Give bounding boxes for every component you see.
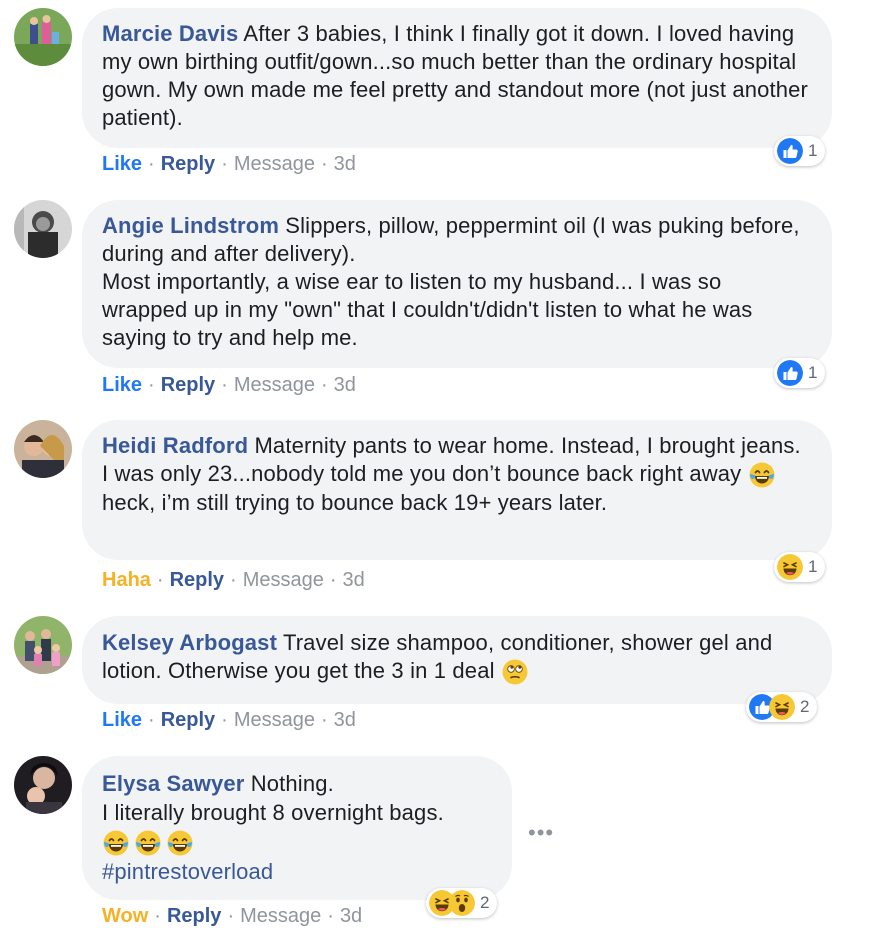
separator: ·: [156, 569, 164, 591]
comment-timestamp[interactable]: 3d: [334, 153, 356, 175]
comment-bubble: Kelsey Arbogast Travel size shampoo, con…: [82, 616, 832, 704]
comment-text: Nothing.: [250, 771, 334, 796]
like-button[interactable]: Like: [102, 153, 142, 175]
comment-actions: Like · Reply · Message · 3d: [102, 708, 356, 732]
message-button[interactable]: Message: [243, 569, 324, 591]
reaction-count: 1: [808, 363, 818, 382]
reply-button[interactable]: Reply: [161, 153, 215, 175]
comment-author[interactable]: Marcie Davis: [102, 21, 238, 46]
haha-button[interactable]: Haha: [102, 569, 151, 591]
tears-of-joy-emoji-icon: [102, 829, 130, 857]
comment-bubble: Heidi Radford Maternity pants to wear ho…: [82, 420, 832, 560]
wow-reaction-icon: [449, 890, 475, 916]
separator: ·: [221, 709, 228, 731]
message-button[interactable]: Message: [234, 709, 315, 731]
avatar[interactable]: [14, 420, 72, 478]
tears-of-joy-emoji-icon: [166, 829, 194, 857]
comment-actions: Haha · Reply · Message · 3d: [102, 568, 365, 592]
hashtag-link[interactable]: #pintrestoverload: [102, 859, 273, 884]
comment-actions: Like · Reply · Message · 3d: [102, 152, 356, 176]
reaction-count: 2: [480, 893, 490, 912]
haha-reaction-icon: [769, 694, 795, 720]
reaction-count: 1: [808, 557, 818, 576]
comment-author[interactable]: Elysa Sawyer: [102, 771, 244, 796]
separator: ·: [327, 905, 334, 927]
comment-bubble: Elysa Sawyer Nothing. I literally brough…: [82, 756, 512, 900]
comment-author[interactable]: Angie Lindstrom: [102, 213, 279, 238]
like-button[interactable]: Like: [102, 709, 142, 731]
comment-bubble: Angie Lindstrom Slippers, pillow, pepper…: [82, 200, 832, 368]
reaction-summary[interactable]: 2: [426, 888, 498, 918]
eye-roll-emoji-icon: [501, 658, 529, 686]
message-button[interactable]: Message: [234, 374, 315, 396]
reply-button[interactable]: Reply: [161, 709, 215, 731]
comment-timestamp[interactable]: 3d: [340, 905, 362, 927]
separator: ·: [321, 374, 328, 396]
avatar[interactable]: [14, 200, 72, 258]
comment-text-continued: heck, i’m still trying to bounce back 19…: [102, 490, 608, 516]
wow-button[interactable]: Wow: [102, 905, 148, 927]
reply-button[interactable]: Reply: [170, 569, 224, 591]
reaction-summary[interactable]: 1: [774, 552, 826, 582]
emoji-group: [102, 827, 194, 857]
separator: ·: [321, 709, 328, 731]
reaction-count: 1: [808, 141, 818, 160]
avatar[interactable]: [14, 8, 72, 66]
comment-text-paragraph: Most importantly, a wise ear to listen t…: [102, 269, 753, 350]
comment-timestamp[interactable]: 3d: [334, 374, 356, 396]
haha-reaction-icon: [777, 554, 803, 580]
reaction-count: 2: [800, 697, 810, 716]
separator: ·: [148, 153, 155, 175]
reaction-summary[interactable]: 1: [774, 358, 826, 388]
separator: ·: [329, 569, 337, 591]
comment-marcie-davis: Marcie Davis After 3 babies, I think I f…: [0, 0, 870, 190]
separator: ·: [221, 374, 228, 396]
reply-button[interactable]: Reply: [161, 374, 215, 396]
comment-author[interactable]: Kelsey Arbogast: [102, 630, 277, 655]
reaction-summary[interactable]: 2: [746, 692, 818, 722]
comment-actions: Like · Reply · Message · 3d: [102, 373, 356, 397]
message-button[interactable]: Message: [234, 153, 315, 175]
tears-of-joy-emoji-icon: [748, 461, 775, 489]
comment-bubble: Marcie Davis After 3 babies, I think I f…: [82, 8, 832, 148]
reaction-summary[interactable]: 1: [774, 136, 826, 166]
avatar[interactable]: [14, 616, 72, 674]
separator: ·: [321, 153, 328, 175]
separator: ·: [230, 569, 237, 591]
separator: ·: [148, 374, 155, 396]
comment-timestamp[interactable]: 3d: [334, 709, 356, 731]
separator: ·: [148, 709, 155, 731]
separator: ·: [154, 905, 161, 927]
like-button[interactable]: Like: [102, 374, 142, 396]
comment-actions: Wow · Reply · Message · 3d: [102, 904, 362, 928]
comment-author[interactable]: Heidi Radford: [102, 433, 248, 458]
reply-button[interactable]: Reply: [167, 905, 221, 927]
more-options-icon[interactable]: •••: [528, 820, 554, 846]
like-reaction-icon: [777, 138, 803, 164]
tears-of-joy-emoji-icon: [134, 829, 162, 857]
separator: ·: [227, 905, 235, 927]
comment-text-line: I literally brought 8 overnight bags.: [102, 800, 444, 825]
comment-timestamp[interactable]: 3d: [343, 569, 365, 591]
message-button[interactable]: Message: [240, 905, 321, 927]
avatar[interactable]: [14, 756, 72, 814]
separator: ·: [221, 153, 228, 175]
like-reaction-icon: [777, 360, 803, 386]
